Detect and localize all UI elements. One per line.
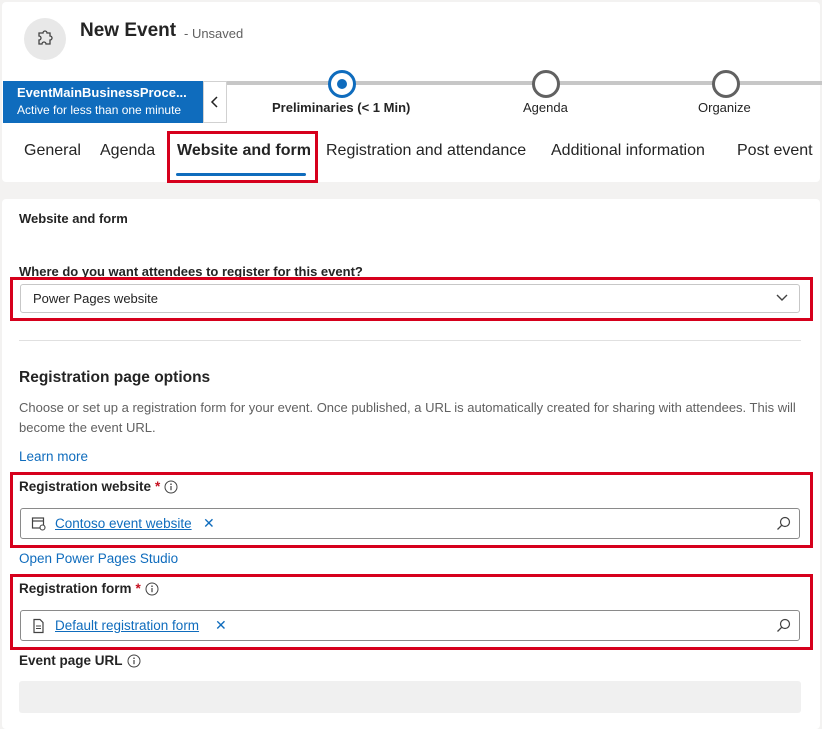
registration-form-label-text: Registration form (19, 581, 132, 596)
registration-website-lookup[interactable]: Contoso event website ✕ (20, 508, 800, 539)
page-title: New Event (80, 20, 177, 41)
section-title: Website and form (19, 211, 128, 226)
remove-form-icon[interactable]: ✕ (215, 617, 227, 634)
chevron-down-icon (776, 294, 788, 301)
collapse-process-button[interactable] (203, 81, 227, 123)
open-power-pages-studio-link[interactable]: Open Power Pages Studio (19, 551, 178, 566)
info-icon[interactable] (145, 582, 159, 596)
registration-website-label: Registration website * (19, 479, 178, 494)
info-icon[interactable] (164, 480, 178, 494)
stage-label-agenda[interactable]: Agenda (523, 100, 568, 115)
learn-more-link[interactable]: Learn more (19, 449, 88, 464)
registration-website-label-text: Registration website (19, 479, 152, 494)
event-page-url-field (19, 681, 801, 713)
stage-node-preliminaries[interactable] (328, 70, 356, 98)
website-icon (31, 517, 46, 531)
stage-node-agenda[interactable] (532, 70, 560, 98)
selected-tab-indicator (176, 173, 306, 176)
divider (19, 340, 801, 341)
stage-label-preliminaries[interactable]: Preliminaries (< 1 Min) (272, 100, 410, 115)
active-stage-status: Active for less than one minute (17, 103, 182, 117)
stage-node-organize[interactable] (712, 70, 740, 98)
tab-website-and-form[interactable]: Website and form (177, 142, 311, 160)
form-tabs: General Agenda Website and form Registra… (0, 134, 822, 174)
search-icon[interactable] (776, 618, 791, 633)
tab-registration-and-attendance[interactable]: Registration and attendance (326, 142, 526, 160)
search-icon[interactable] (776, 516, 791, 531)
event-page-url-label: Event page URL (19, 653, 141, 668)
puzzle-icon (24, 18, 66, 60)
required-indicator: * (135, 581, 141, 596)
tab-additional-information[interactable]: Additional information (551, 142, 705, 160)
registration-location-value: Power Pages website (33, 291, 159, 306)
registration-options-description: Choose or set up a registration form for… (19, 400, 796, 435)
registration-form-lookup[interactable]: Default registration form ✕ (20, 610, 800, 641)
registration-website-value[interactable]: Contoso event website (55, 516, 192, 531)
required-indicator: * (155, 479, 161, 494)
active-stage-flyout[interactable]: EventMainBusinessProce... Active for les… (3, 81, 203, 123)
registration-location-select[interactable]: Power Pages website (20, 284, 800, 313)
registration-options-heading: Registration page options (19, 369, 211, 386)
registration-form-value[interactable]: Default registration form (55, 618, 199, 633)
tab-post-event[interactable]: Post event (737, 142, 813, 160)
tab-general[interactable]: General (24, 142, 81, 160)
active-stage-name: EventMainBusinessProce... (17, 85, 187, 100)
event-page-url-label-text: Event page URL (19, 653, 123, 668)
registration-location-label: Where do you want attendees to register … (19, 264, 363, 279)
registration-form-label: Registration form * (19, 581, 159, 596)
chevron-left-icon (210, 96, 218, 108)
remove-website-icon[interactable]: ✕ (203, 515, 215, 532)
form-icon (33, 618, 44, 634)
tab-agenda[interactable]: Agenda (100, 142, 155, 160)
stage-label-organize[interactable]: Organize (698, 100, 751, 115)
info-icon[interactable] (127, 654, 141, 668)
save-status: - Unsaved (184, 26, 244, 41)
